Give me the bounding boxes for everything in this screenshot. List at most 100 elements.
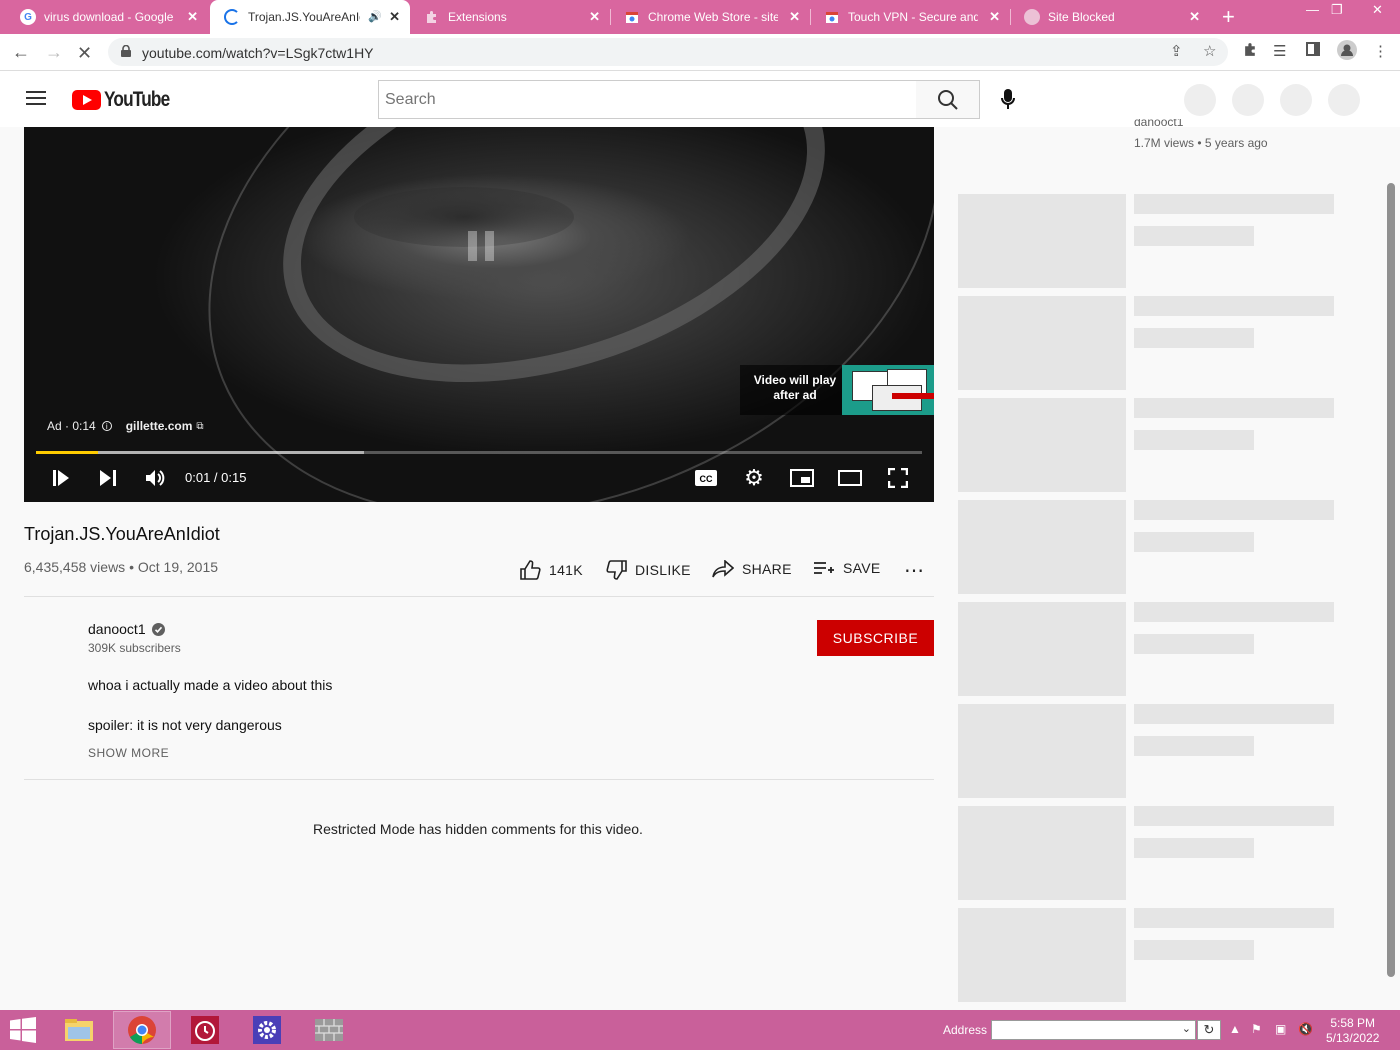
video-player[interactable]: Ad · 0:14 i gillette.com ⧉ Video will pl… <box>24 127 934 502</box>
tab-youtube-video[interactable]: Trojan.JS.YouAreAnId 🔊 ✕ <box>210 0 410 34</box>
skeleton-title <box>1134 704 1334 724</box>
theater-mode-icon <box>838 470 862 486</box>
captions-button[interactable]: CC <box>694 467 718 489</box>
close-tab-icon[interactable]: ✕ <box>989 9 1000 25</box>
ad-info: Ad · 0:14 i gillette.com ⧉ <box>47 419 204 433</box>
settings-button[interactable]: ⚙ <box>742 465 766 490</box>
skeleton-title <box>1134 908 1334 928</box>
stop-loading-icon[interactable]: ✕ <box>77 43 92 64</box>
hamburger-menu-icon[interactable] <box>26 91 46 106</box>
progress-bar[interactable] <box>36 451 922 454</box>
page-scrollbar[interactable] <box>1387 183 1395 977</box>
description-line: spoiler: it is not very dangerous <box>88 717 282 733</box>
skip-preview[interactable]: Video will play after ad <box>740 365 934 415</box>
dislike-label: DISLIKE <box>635 562 691 578</box>
close-tab-icon[interactable]: ✕ <box>1189 9 1200 25</box>
minimize-button[interactable]: — <box>1306 2 1319 17</box>
youtube-logo[interactable]: YouTube <box>72 88 184 112</box>
taskbar-chrome[interactable] <box>113 1011 171 1049</box>
channel-name-row: danooct1 <box>88 621 165 637</box>
tab-extensions[interactable]: Extensions ✕ <box>410 0 610 34</box>
back-arrow-icon[interactable]: ← <box>12 42 30 63</box>
tab-chrome-web-store[interactable]: Chrome Web Store - site ✕ <box>610 0 810 34</box>
skeleton-meta <box>1134 430 1254 450</box>
mute-button[interactable] <box>144 467 166 489</box>
alarm-clock-icon <box>191 1016 219 1044</box>
media-control-icon[interactable]: ☰ <box>1273 42 1286 60</box>
more-actions-button[interactable]: ⋯ <box>904 558 924 583</box>
network-icon[interactable]: ▣ <box>1275 1022 1286 1036</box>
placeholder-icon[interactable] <box>1184 84 1216 116</box>
time-display: 0:01 / 0:15 <box>185 470 247 485</box>
close-tab-icon[interactable]: ✕ <box>187 9 198 25</box>
close-window-button[interactable]: ✕ <box>1372 2 1383 18</box>
taskbar-clock[interactable]: 5:58 PM 5/13/2022 <box>1326 1016 1379 1046</box>
tray-expand-icon[interactable]: ▲ <box>1229 1022 1241 1036</box>
close-tab-icon[interactable]: ✕ <box>789 9 800 25</box>
avatar-placeholder[interactable] <box>1328 84 1360 116</box>
tab-google-search[interactable]: G virus download - Google ✕ <box>6 0 208 34</box>
skeleton-meta <box>1134 328 1254 348</box>
taskbar-file-explorer[interactable] <box>50 1011 108 1049</box>
bookmark-star-icon[interactable]: ☆ <box>1203 42 1216 60</box>
subscribe-button[interactable]: SUBSCRIBE <box>817 620 934 656</box>
miniplayer-icon <box>790 469 814 487</box>
volume-icon <box>146 470 165 486</box>
show-more-button[interactable]: SHOW MORE <box>88 746 169 760</box>
like-button[interactable]: 141K <box>520 560 583 580</box>
restore-button[interactable]: ❐ <box>1331 2 1343 18</box>
new-tab-button[interactable]: + <box>1222 4 1235 30</box>
address-bar[interactable]: youtube.com/watch?v=LSgk7ctw1HY <box>108 38 1228 66</box>
speaker-icon[interactable]: 🔊 <box>368 10 382 23</box>
taskbar-settings[interactable] <box>238 1011 296 1049</box>
skeleton-title <box>1134 500 1334 520</box>
restricted-mode-notice: Restricted Mode has hidden comments for … <box>313 821 643 837</box>
search-input[interactable] <box>379 81 916 118</box>
share-icon[interactable]: ⇪ <box>1170 42 1183 60</box>
miniplayer-button[interactable] <box>790 467 814 489</box>
address-toolbar-input[interactable]: ⌄ <box>991 1020 1196 1040</box>
refresh-icon[interactable]: ↻ <box>1197 1020 1221 1040</box>
save-button[interactable]: SAVE <box>813 560 881 576</box>
side-panel-icon[interactable] <box>1306 42 1320 60</box>
share-button[interactable]: SHARE <box>712 560 792 578</box>
start-button[interactable] <box>0 1011 46 1049</box>
volume-muted-icon[interactable]: 🔇 <box>1298 1022 1313 1036</box>
skeleton-thumbnail <box>958 602 1126 696</box>
extensions-icon[interactable] <box>1243 42 1258 61</box>
tab-touch-vpn[interactable]: Touch VPN - Secure and ✕ <box>810 0 1010 34</box>
channel-name[interactable]: danooct1 <box>88 621 146 637</box>
taskbar-firewall[interactable] <box>300 1011 358 1049</box>
more-horizontal-icon: ⋯ <box>904 560 925 582</box>
taskbar-alarm-app[interactable] <box>176 1011 234 1049</box>
skip-preview-text: Video will play after ad <box>753 373 837 402</box>
flag-warning-icon[interactable]: ⚑ <box>1251 1022 1262 1036</box>
advertiser-link[interactable]: gillette.com <box>126 419 193 433</box>
tab-title: Extensions <box>448 10 507 24</box>
play-button[interactable] <box>50 467 72 489</box>
ad-countdown: Ad · 0:14 <box>47 419 96 433</box>
search-box <box>378 80 917 119</box>
search-button[interactable] <box>916 80 980 119</box>
svg-text:CC: CC <box>700 474 713 484</box>
dropdown-arrow-icon[interactable]: ⌄ <box>1182 1022 1191 1035</box>
next-button[interactable] <box>97 467 119 489</box>
placeholder-icon[interactable] <box>1232 84 1264 116</box>
profile-avatar-icon[interactable] <box>1337 40 1357 64</box>
skeleton-thumbnail <box>958 704 1126 798</box>
dislike-button[interactable]: DISLIKE <box>606 560 691 580</box>
tab-site-blocked[interactable]: Site Blocked ✕ <box>1010 0 1210 34</box>
theater-mode-button[interactable] <box>838 467 862 489</box>
close-tab-icon[interactable]: ✕ <box>389 9 400 25</box>
placeholder-icon[interactable] <box>1280 84 1312 116</box>
skeleton-title <box>1134 296 1334 316</box>
progress-played <box>36 451 99 454</box>
close-tab-icon[interactable]: ✕ <box>589 9 600 25</box>
menu-kebab-icon[interactable]: ⋮ <box>1373 42 1388 60</box>
folder-icon <box>65 1019 93 1041</box>
voice-search-button[interactable] <box>989 80 1027 118</box>
skeleton-meta <box>1134 838 1254 858</box>
fullscreen-button[interactable] <box>886 467 910 489</box>
info-icon[interactable]: i <box>101 421 112 431</box>
forward-arrow-icon[interactable]: → <box>45 42 63 63</box>
